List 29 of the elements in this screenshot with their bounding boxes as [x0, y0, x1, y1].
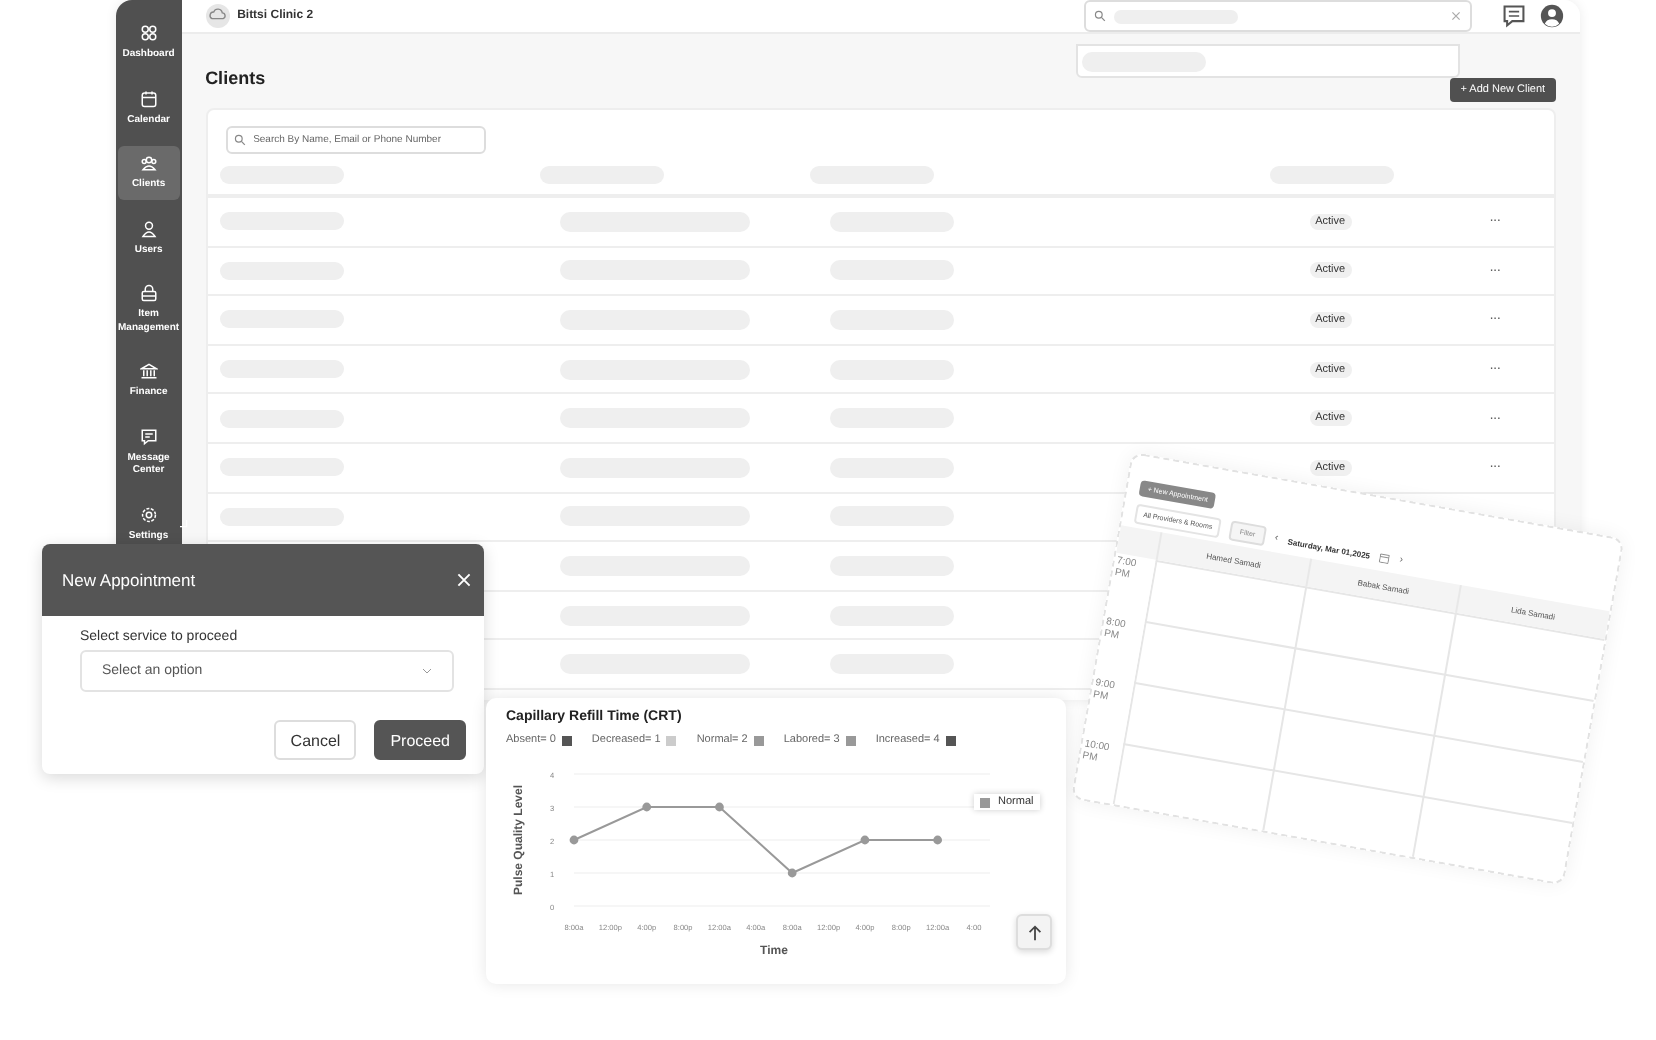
search-field[interactable] [1083, 0, 1472, 32]
dialog-title: New Appointment [62, 570, 196, 590]
data-point [569, 835, 579, 845]
data-point [933, 835, 943, 845]
search-icon [1093, 10, 1106, 22]
chevron-down-icon [422, 668, 432, 674]
page-title: Clients [205, 67, 266, 87]
data-point [860, 835, 870, 845]
close-icon[interactable] [456, 572, 472, 588]
data-point [787, 868, 797, 878]
bank-icon [139, 362, 158, 380]
user-icon [139, 219, 158, 237]
arrow-up-icon [1025, 923, 1043, 941]
calendar-icon [139, 89, 158, 107]
settings-icon [139, 505, 158, 523]
data-point [642, 802, 652, 812]
cancel-button[interactable]: Cancel [274, 720, 357, 760]
scroll-top-button[interactable] [1016, 914, 1052, 950]
chat-icon[interactable] [1501, 4, 1526, 28]
people-icon [139, 154, 158, 172]
avatar-icon[interactable] [1539, 4, 1564, 28]
bag-icon [139, 284, 158, 302]
skeleton-bar [1081, 51, 1206, 71]
calendar-icon[interactable] [1379, 551, 1391, 564]
chat-icon [139, 427, 158, 445]
dashboard-icon [139, 24, 158, 42]
data-point [715, 802, 724, 812]
proceed-button[interactable]: Proceed [374, 720, 466, 760]
search-icon [233, 134, 246, 146]
